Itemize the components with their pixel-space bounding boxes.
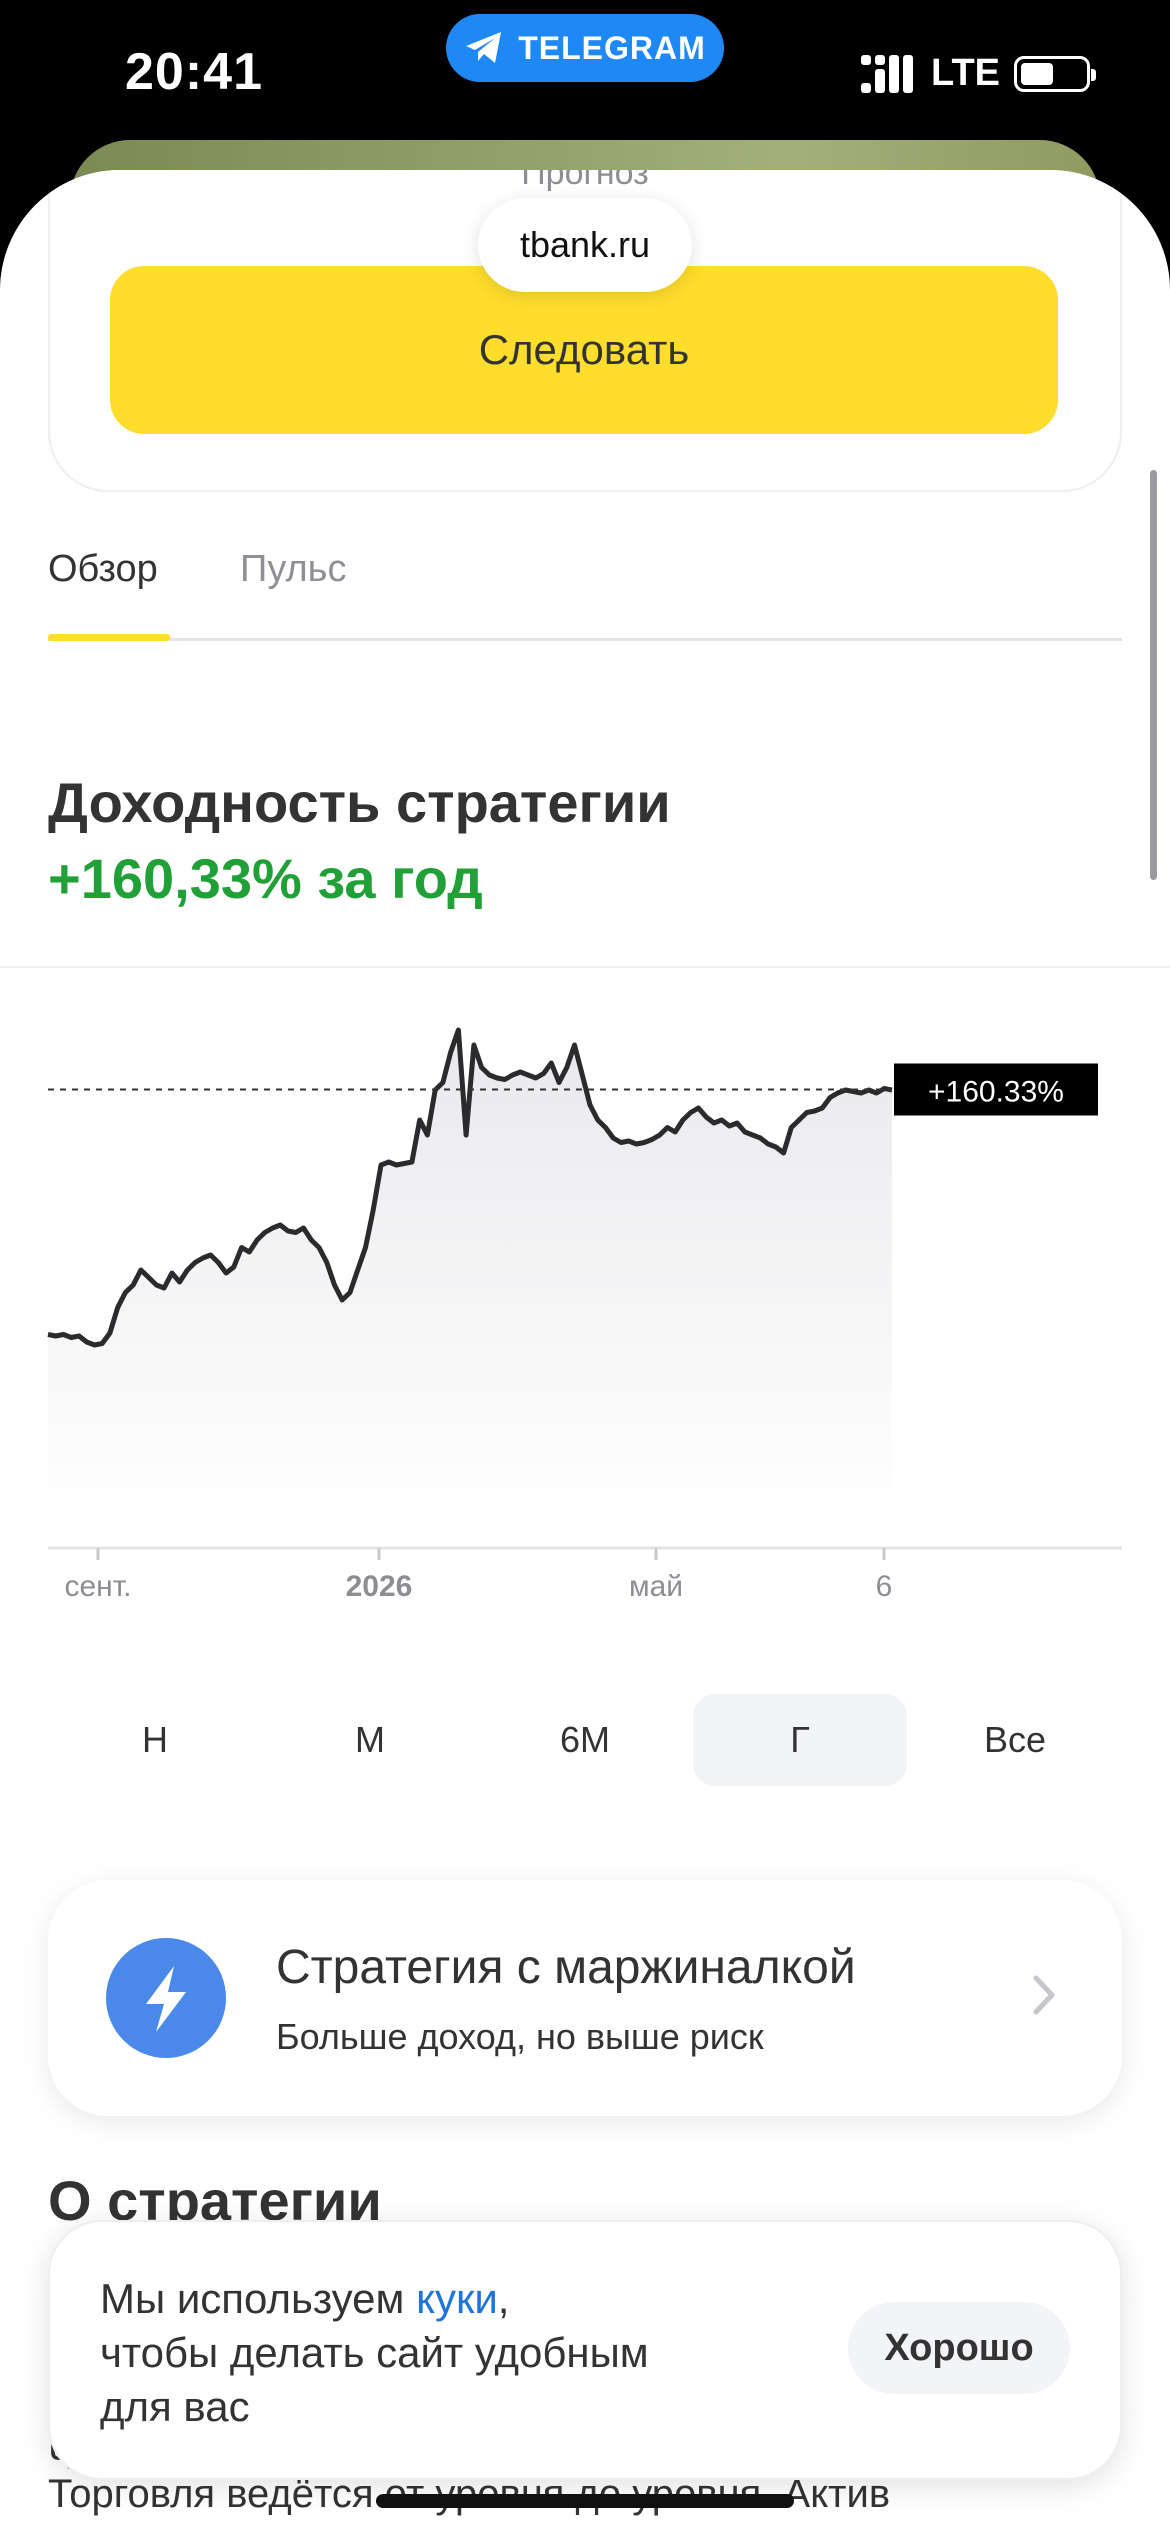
tab-pulse[interactable]: Пульс — [240, 548, 346, 591]
current-value-label: +160.33% — [928, 1076, 1064, 1109]
lightning-icon — [106, 1938, 226, 2058]
cookie-text: Мы используем куки, чтобы делать сайт уд… — [100, 2272, 649, 2434]
margin-card-title: Стратегия с маржиналкой — [276, 1941, 856, 1994]
tab-active-indicator — [48, 634, 170, 641]
cookie-accept-button[interactable]: Хорошо — [848, 2302, 1070, 2394]
period-selector: Н М 6М Г Все — [48, 1694, 1122, 1786]
scrollbar[interactable] — [1150, 470, 1157, 880]
x-tick-label: 6 — [876, 1570, 893, 1603]
returns-value: +160,33% за год — [48, 847, 483, 910]
margin-strategy-card[interactable]: Стратегия с маржиналкой Больше доход, но… — [48, 1880, 1122, 2116]
period-all[interactable]: Все — [908, 1694, 1122, 1786]
telegram-icon — [466, 32, 502, 63]
content-sheet: Прогноз Следовать tbank.ru Обзор Пульс Д… — [0, 170, 1170, 2532]
network-label: LTE — [931, 52, 1000, 94]
tab-bar: Обзор Пульс — [48, 548, 1122, 641]
returns-title: Доходность стратегии — [48, 771, 671, 834]
cookie-text-start: Мы используем — [100, 2275, 417, 2322]
domain-pill: tbank.ru — [478, 198, 692, 292]
tab-overview[interactable]: Обзор — [48, 548, 158, 591]
cookie-banner: Мы используем куки, чтобы делать сайт уд… — [48, 2220, 1122, 2480]
cookie-text-line3: для вас — [100, 2383, 250, 2430]
cookie-link[interactable]: куки — [416, 2275, 498, 2322]
status-indicators: LTE — [861, 52, 1096, 95]
x-tick-label: сент. — [64, 1570, 131, 1603]
status-time: 20:41 — [125, 43, 263, 101]
telegram-return-pill[interactable]: TELEGRAM — [446, 14, 724, 82]
period-year[interactable]: Г — [693, 1694, 907, 1786]
telegram-label: TELEGRAM — [518, 29, 706, 66]
margin-card-subtitle: Больше доход, но выше риск — [276, 2016, 764, 2057]
x-tick-label: май — [629, 1570, 683, 1603]
period-month[interactable]: М — [263, 1694, 477, 1786]
battery-icon — [1014, 55, 1096, 92]
returns-chart[interactable]: +160.33%+200%+120%+80%+40%0%сент.2026май… — [0, 1000, 1170, 1650]
home-indicator — [376, 2494, 794, 2508]
divider — [0, 966, 1170, 968]
chevron-right-icon — [1033, 1975, 1055, 2015]
cookie-text-line2: чтобы делать сайт удобным — [100, 2329, 649, 2376]
signal-icon — [861, 54, 917, 93]
cookie-text-comma: , — [497, 2275, 510, 2322]
forecast-label: Прогноз — [521, 170, 649, 192]
period-6months[interactable]: 6М — [478, 1694, 692, 1786]
status-bar: 20:41 TELEGRAM LTE — [0, 0, 1170, 150]
period-week[interactable]: Н — [48, 1694, 262, 1786]
x-tick-label: 2026 — [346, 1570, 413, 1603]
